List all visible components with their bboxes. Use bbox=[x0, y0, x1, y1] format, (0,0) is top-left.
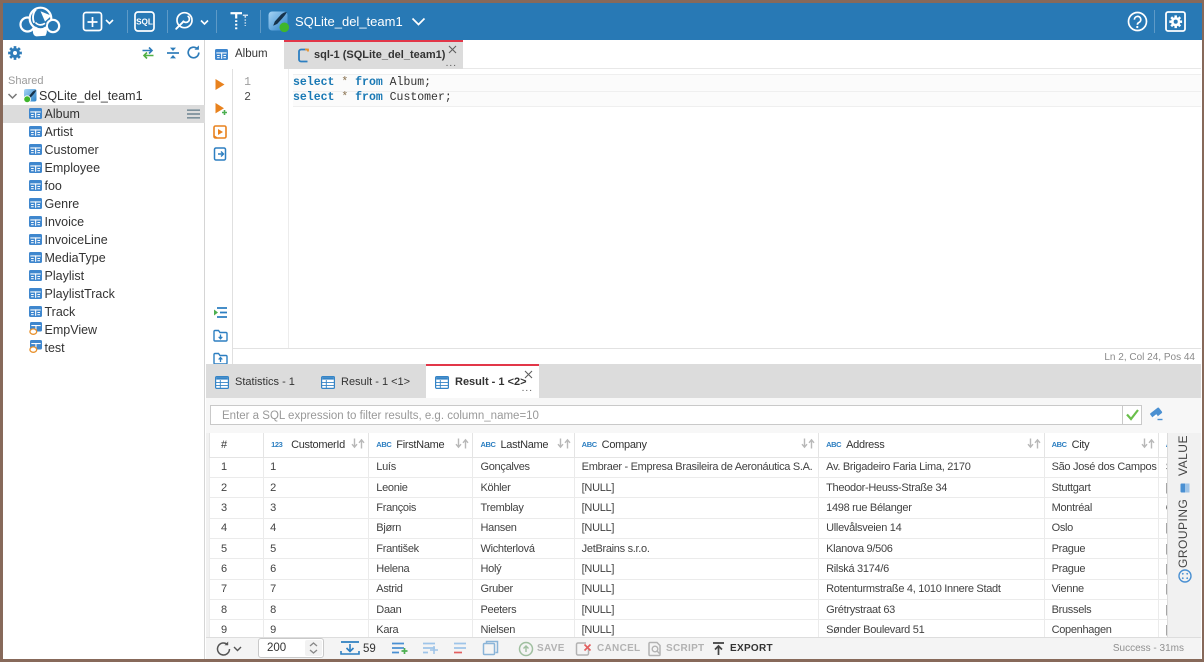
svg-text:SQL: SQL bbox=[136, 18, 153, 27]
